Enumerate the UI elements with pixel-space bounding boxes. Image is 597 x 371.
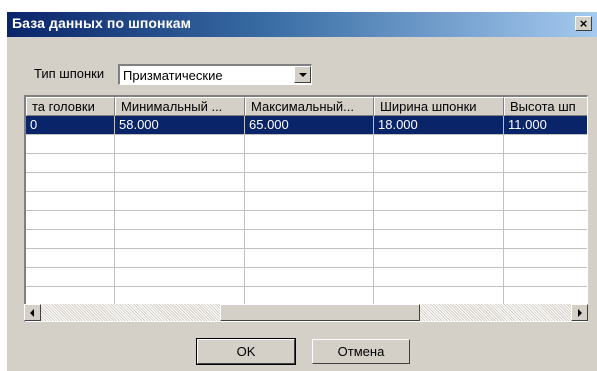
key-database-dialog: База данных по шпонкам × Тип шпонки Приз…	[6, 11, 597, 371]
table-cell	[115, 154, 245, 173]
table-cell	[245, 135, 374, 154]
table-row[interactable]	[26, 154, 587, 173]
table-cell	[245, 154, 374, 173]
table-cell	[115, 249, 245, 268]
table-cell	[26, 173, 115, 192]
table-row[interactable]	[26, 211, 587, 230]
ok-button[interactable]: OK	[196, 338, 296, 365]
table-cell	[26, 230, 115, 249]
table-row[interactable]: 0 58.000 65.000 18.000 11.000	[26, 116, 587, 135]
table-cell	[115, 173, 245, 192]
table-cell: 58.000	[115, 116, 245, 135]
table-cell	[245, 230, 374, 249]
table-cell	[504, 249, 587, 268]
table-cell	[26, 135, 115, 154]
table-cell: 0	[26, 116, 115, 135]
table-cell	[374, 268, 504, 287]
arrow-left-icon	[30, 309, 34, 317]
table-cell: 65.000	[245, 116, 374, 135]
horizontal-scrollbar[interactable]	[24, 304, 588, 321]
table-cell	[245, 249, 374, 268]
key-type-select[interactable]: Призматические	[118, 64, 312, 85]
table-cell	[504, 135, 587, 154]
table-cell	[115, 192, 245, 211]
table-cell	[504, 154, 587, 173]
table-cell	[504, 211, 587, 230]
key-type-label: Тип шпонки	[34, 66, 105, 81]
table-cell: 18.000	[374, 116, 504, 135]
scroll-thumb[interactable]	[220, 304, 420, 321]
column-header-max-diameter[interactable]: Максимальный...	[245, 97, 374, 116]
table-cell	[374, 192, 504, 211]
table-row[interactable]	[26, 249, 587, 268]
table-cell	[115, 211, 245, 230]
scroll-right-button[interactable]	[571, 304, 588, 321]
table-cell	[115, 268, 245, 287]
table-header: та головки Минимальный ... Максимальный.…	[26, 97, 587, 116]
table-cell	[245, 211, 374, 230]
table-cell	[504, 192, 587, 211]
table-row[interactable]	[26, 230, 587, 249]
title-bar[interactable]: База данных по шпонкам ×	[7, 12, 597, 37]
window-title: База данных по шпонкам	[12, 15, 192, 31]
table-cell	[115, 135, 245, 154]
table-cell	[374, 230, 504, 249]
table-cell	[26, 268, 115, 287]
table-cell	[504, 268, 587, 287]
table-cell	[504, 230, 587, 249]
table-cell	[26, 249, 115, 268]
column-header-key-width[interactable]: Ширина шпонки	[374, 97, 504, 116]
close-button[interactable]: ×	[575, 16, 592, 31]
table-cell	[245, 173, 374, 192]
table-row[interactable]	[26, 135, 587, 154]
scroll-left-button[interactable]	[24, 304, 41, 321]
table-cell	[115, 230, 245, 249]
column-header-min-diameter[interactable]: Минимальный ...	[115, 97, 245, 116]
key-type-value: Призматические	[123, 68, 223, 83]
key-data-table[interactable]: та головки Минимальный ... Максимальный.…	[24, 95, 588, 322]
table-row[interactable]	[26, 268, 587, 287]
table-cell	[374, 173, 504, 192]
table-row[interactable]	[26, 192, 587, 211]
table-cell	[26, 192, 115, 211]
table-row[interactable]	[26, 173, 587, 192]
cancel-button[interactable]: Отмена	[312, 339, 410, 364]
chevron-down-icon	[299, 73, 307, 77]
table-cell	[374, 249, 504, 268]
close-icon: ×	[579, 16, 588, 31]
table-cell	[26, 154, 115, 173]
table-cell	[374, 211, 504, 230]
table-cell	[26, 211, 115, 230]
table-cell	[245, 192, 374, 211]
column-header-head-height[interactable]: та головки	[26, 97, 115, 116]
table-cell	[504, 173, 587, 192]
table-cell	[374, 154, 504, 173]
dropdown-button[interactable]	[294, 66, 311, 83]
table-cell	[245, 268, 374, 287]
column-header-key-height[interactable]: Высота шп	[504, 97, 587, 116]
arrow-right-icon	[578, 309, 582, 317]
table-cell	[374, 135, 504, 154]
table-cell: 11.000	[504, 116, 587, 135]
